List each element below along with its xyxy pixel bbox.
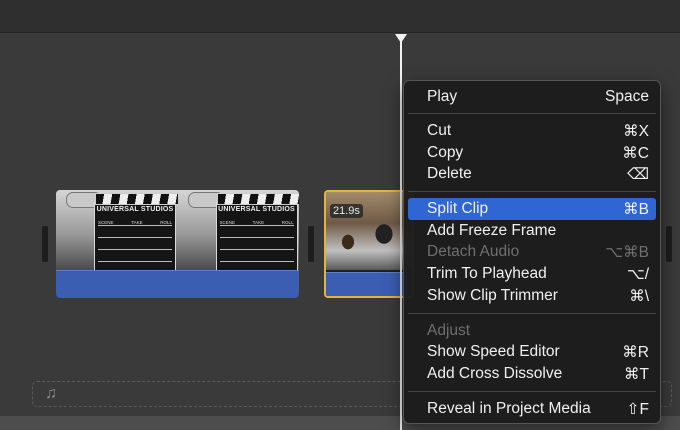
playhead[interactable] [400, 36, 402, 430]
timeline-toolbar [0, 0, 680, 33]
menu-item-shortcut: Space [605, 88, 649, 105]
clapper-title: UNIVERSAL STUDIOS [218, 206, 295, 213]
menu-separator [408, 191, 656, 192]
menu-item-copy[interactable]: Copy ⌘C [408, 142, 656, 164]
menu-item-shortcut: ⌘C [622, 144, 649, 162]
menu-section-label: Adjust [427, 322, 471, 339]
menu-item-show-clip-trimmer[interactable]: Show Clip Trimmer ⌘\ [408, 285, 656, 307]
menu-separator [408, 391, 656, 392]
menu-item-label: Show Speed Editor [427, 343, 560, 360]
menu-item-shortcut: ⌘\ [629, 287, 649, 305]
menu-item-shortcut: ⌘B [623, 200, 649, 218]
menu-item-label: Trim To Playhead [427, 265, 547, 282]
menu-item-add-cross-dissolve[interactable]: Add Cross Dissolve ⌘T [408, 363, 656, 385]
menu-item-label: Cut [427, 122, 452, 139]
clip-duration-badge: 21.9s [330, 204, 363, 218]
menu-item-label: Show Clip Trimmer [427, 287, 558, 304]
clapper-row [219, 228, 294, 238]
clapperboard-image: UNIVERSAL STUDIOS SCENE TAKE ROLL [215, 193, 299, 270]
menu-section-adjust: Adjust [408, 320, 656, 342]
menu-item-label: Split Clip [427, 200, 489, 217]
audio-waveform-strip [56, 270, 299, 298]
menu-item-shortcut: ⌥⌘B [605, 243, 649, 261]
clip-frame: UNIVERSAL STUDIOS SCENE TAKE ROLL [56, 190, 178, 270]
clapper-row [98, 252, 172, 262]
clip-trim-handle-right[interactable] [666, 226, 672, 262]
clip-trim-handle-left[interactable] [42, 226, 48, 262]
playhead-marker-icon[interactable] [395, 34, 407, 43]
clapper-title: UNIVERSAL STUDIOS [96, 206, 174, 213]
clapper-row [219, 240, 294, 250]
menu-separator [408, 113, 656, 114]
menu-item-label: Play [427, 88, 458, 105]
clapper-row [219, 252, 294, 262]
menu-item-show-speed-editor[interactable]: Show Speed Editor ⌘R [408, 341, 656, 363]
menu-item-shortcut: ⇧F [626, 400, 649, 418]
menu-item-shortcut: ⌘X [623, 122, 649, 140]
menu-item-cut[interactable]: Cut ⌘X [408, 120, 656, 142]
menu-item-split-clip[interactable]: Split Clip ⌘B [408, 198, 656, 220]
menu-item-label: Detach Audio [427, 243, 520, 260]
menu-item-trim-to-playhead[interactable]: Trim To Playhead ⌥/ [408, 263, 656, 285]
menu-item-detach-audio: Detach Audio ⌥⌘B [408, 241, 656, 263]
menu-item-delete[interactable]: Delete ⌫ [408, 163, 656, 185]
delete-key-icon: ⌫ [627, 165, 649, 183]
video-clip[interactable]: UNIVERSAL STUDIOS SCENE TAKE ROLL UNIVERSA… [56, 190, 299, 298]
menu-item-play[interactable]: Play Space [408, 86, 656, 108]
menu-item-label: Reveal in Project Media [427, 400, 591, 417]
clapper-row: SCENE TAKE ROLL [219, 216, 294, 226]
context-menu: Play Space Cut ⌘X Copy ⌘C Delete ⌫ Split… [403, 80, 661, 424]
menu-item-add-freeze-frame[interactable]: Add Freeze Frame [408, 220, 656, 242]
clapperboard-image: UNIVERSAL STUDIOS SCENE TAKE ROLL [94, 193, 178, 270]
menu-item-label: Add Freeze Frame [427, 222, 557, 239]
menu-item-label: Copy [427, 144, 464, 161]
music-note-icon: ♫ [45, 385, 57, 402]
clip-thumbnails: UNIVERSAL STUDIOS SCENE TAKE ROLL UNIVERSA… [56, 190, 299, 270]
menu-item-shortcut: ⌘T [624, 365, 649, 383]
menu-item-shortcut: ⌘R [622, 343, 649, 361]
clapper-row [98, 228, 172, 238]
menu-item-shortcut: ⌥/ [626, 265, 649, 283]
menu-item-label: Delete [427, 165, 472, 182]
clapper-row [98, 240, 172, 250]
menu-item-label: Add Cross Dissolve [427, 365, 563, 382]
clip-trim-handle-middle[interactable] [308, 226, 314, 262]
clip-frame: UNIVERSAL STUDIOS SCENE TAKE ROLL [177, 190, 299, 270]
menu-separator [408, 313, 656, 314]
clapper-row: SCENE TAKE ROLL [98, 216, 172, 226]
menu-item-reveal-in-project-media[interactable]: Reveal in Project Media ⇧F [408, 398, 656, 420]
